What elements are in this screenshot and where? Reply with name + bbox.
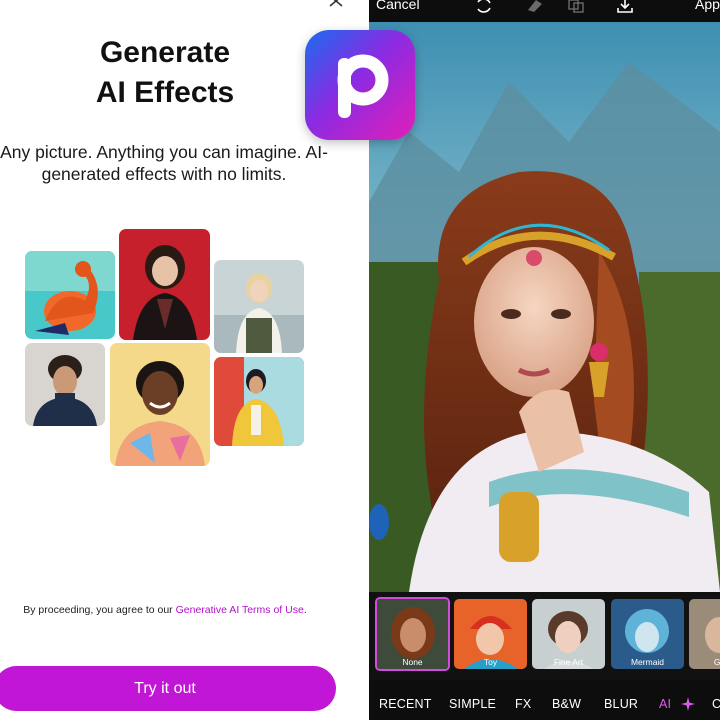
compare-icon[interactable]: [567, 0, 585, 14]
effect-label: Toy: [483, 657, 498, 667]
promo-title-line2: AI Effects: [95, 76, 235, 109]
p-letter-icon: [337, 54, 389, 118]
terms-suffix: .: [303, 604, 307, 616]
sample-image-girl-overalls: [214, 260, 304, 353]
tab-simple[interactable]: SIMPLE: [449, 697, 496, 711]
close-icon[interactable]: [326, 0, 348, 14]
promo-subtitle: Any picture. Anything you can imagine. A…: [0, 142, 328, 184]
effect-label: Mermaid: [630, 657, 665, 667]
terms-link[interactable]: Generative AI Terms of Use: [176, 604, 304, 616]
download-icon[interactable]: [616, 0, 634, 14]
try-it-out-button[interactable]: Try it out: [0, 666, 336, 711]
sample-image-turtleneck-man: [25, 343, 105, 426]
effect-label: None: [402, 657, 423, 667]
tab-fx[interactable]: FX: [515, 697, 531, 711]
apply-button[interactable]: Apply: [695, 0, 720, 12]
terms-text: By proceeding, you agree to our Generati…: [0, 604, 330, 616]
effect-category-tabs: RECENT SIMPLE FX B&W BLUR AI C: [369, 690, 720, 720]
ai-effects-promo-panel: Generate AI Effects Any picture. Anythin…: [0, 0, 352, 720]
editor-panel: Cancel Apply: [369, 0, 720, 720]
tab-blur[interactable]: BLUR: [604, 697, 638, 711]
cancel-button[interactable]: Cancel: [376, 0, 420, 12]
sparkle-icon: [681, 697, 695, 711]
sample-image-red-portrait: [119, 229, 210, 340]
effect-label: Fine Art: [553, 657, 584, 667]
sample-image-yellow-jacket: [214, 357, 304, 446]
effect-fine-art[interactable]: Fine Art: [532, 599, 605, 669]
refresh-icon[interactable]: [475, 0, 493, 14]
tab-bw[interactable]: B&W: [552, 697, 581, 711]
effect-none[interactable]: None: [375, 597, 450, 671]
effect-mermaid[interactable]: Mermaid: [611, 599, 684, 669]
eraser-icon[interactable]: [526, 0, 544, 14]
sample-image-smiling-woman: [110, 343, 210, 466]
edited-photo-canvas[interactable]: [369, 22, 720, 592]
promo-title-line1: Generate: [99, 36, 231, 69]
terms-prefix: By proceeding, you agree to our: [23, 604, 176, 616]
effects-strip: None Toy Fine Art Mermaid G: [369, 592, 720, 680]
effect-greek[interactable]: Greek: [689, 599, 720, 669]
app-logo: [305, 30, 415, 140]
tab-recent[interactable]: RECENT: [379, 697, 432, 711]
editor-top-bar: Cancel Apply: [369, 0, 720, 22]
effect-label: Greek: [713, 657, 720, 667]
tab-ai[interactable]: AI: [659, 697, 671, 711]
sample-image-orange-figure: [25, 251, 115, 339]
tab-c[interactable]: C: [712, 697, 720, 711]
effect-toy[interactable]: Toy: [454, 599, 527, 669]
